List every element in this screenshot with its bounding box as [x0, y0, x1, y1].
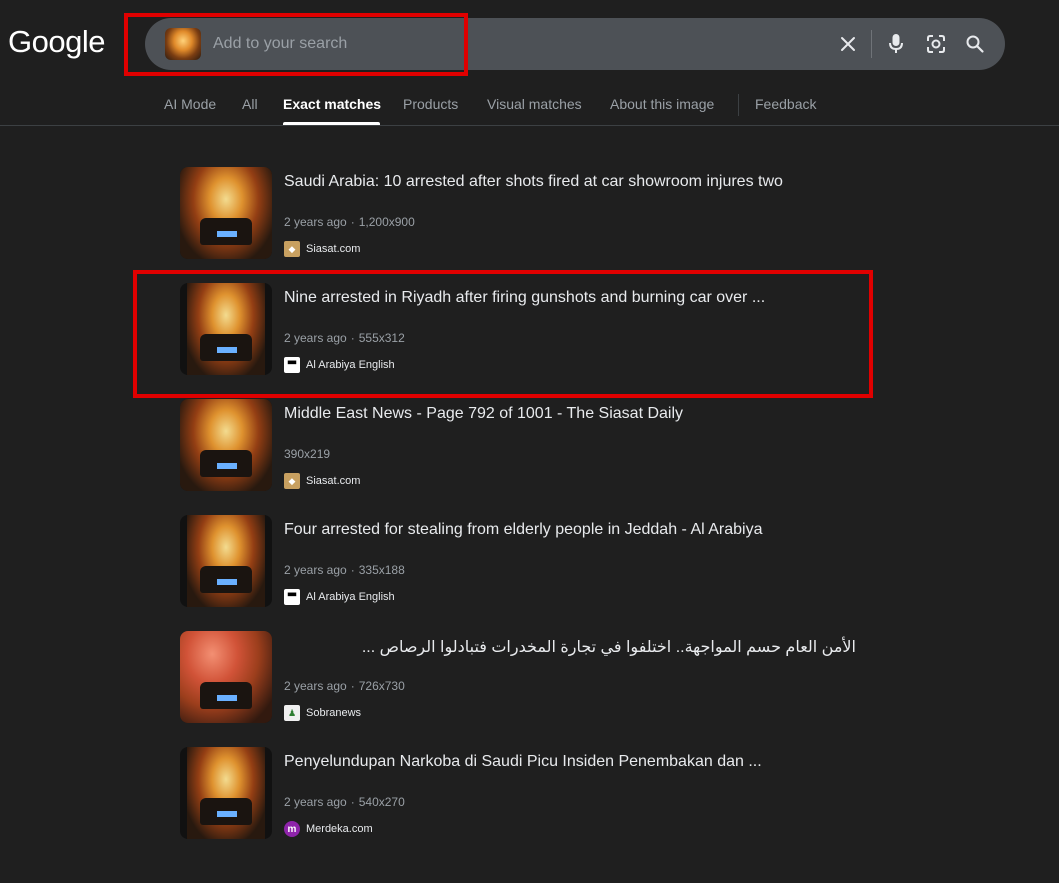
al-arabiya-favicon-icon: ▀▀: [284, 357, 300, 373]
tab-visual-matches[interactable]: Visual matches: [487, 96, 582, 112]
result-size: 390x219: [284, 447, 331, 461]
result-meta: 390x219: [284, 447, 330, 461]
result-thumbnail[interactable]: [180, 631, 272, 723]
result-source-name: Al Arabiya English: [306, 359, 395, 371]
result-size: 335x188: [358, 563, 405, 577]
tab-bar: AI Mode All Exact matches Products Visua…: [0, 84, 1059, 126]
result-age: 2 years ago: [284, 215, 347, 229]
result-source[interactable]: ♟ Sobranews: [284, 705, 361, 721]
result-title[interactable]: Middle East News - Page 792 of 1001 - Th…: [284, 405, 683, 423]
merdeka-favicon-icon: m: [284, 821, 300, 837]
result-source[interactable]: ◆ Siasat.com: [284, 473, 360, 489]
result-age: 2 years ago: [284, 563, 347, 577]
result-title[interactable]: الأمن العام حسم المواجهة.. اختلفوا في تج…: [284, 637, 856, 657]
result-item[interactable]: Middle East News - Page 792 of 1001 - Th…: [180, 399, 860, 491]
result-source-name: Sobranews: [306, 707, 362, 719]
tab-about-this-image[interactable]: About this image: [610, 96, 714, 112]
result-age: 2 years ago: [284, 331, 347, 345]
search-input[interactable]: [213, 32, 813, 56]
result-source[interactable]: ▀▀ Al Arabiya English: [284, 589, 395, 605]
result-age: 2 years ago: [284, 795, 347, 809]
result-item[interactable]: Saudi Arabia: 10 arrested after shots fi…: [180, 167, 860, 259]
result-thumbnail[interactable]: [180, 167, 272, 259]
tab-ai-mode[interactable]: AI Mode: [164, 96, 216, 112]
result-title[interactable]: Nine arrested in Riyadh after firing gun…: [284, 289, 765, 307]
tab-exact-matches[interactable]: Exact matches: [283, 96, 381, 112]
lens-icon[interactable]: [923, 31, 949, 57]
result-meta: 2 years ago · 726x730: [284, 679, 405, 693]
search-divider: [871, 30, 872, 58]
result-thumbnail[interactable]: [180, 515, 272, 607]
result-size: 540x270: [358, 795, 405, 809]
result-thumbnail[interactable]: [180, 283, 272, 375]
result-meta: 2 years ago · 335x188: [284, 563, 405, 577]
result-source-name: Siasat.com: [306, 243, 361, 255]
tab-divider: [738, 94, 739, 116]
result-thumbnail[interactable]: [180, 747, 272, 839]
result-meta: 2 years ago · 555x312: [284, 331, 405, 345]
result-source-name: Siasat.com: [306, 475, 361, 487]
result-source-name: Al Arabiya English: [306, 591, 395, 603]
close-icon[interactable]: [835, 31, 861, 57]
search-image-thumbnail[interactable]: [165, 28, 201, 60]
result-title[interactable]: Penyelundupan Narkoba di Saudi Picu Insi…: [284, 753, 762, 771]
result-meta: 2 years ago · 1,200x900: [284, 215, 415, 229]
result-item[interactable]: الأمن العام حسم المواجهة.. اختلفوا في تج…: [180, 631, 860, 723]
result-item[interactable]: Four arrested for stealing from elderly …: [180, 515, 860, 607]
result-thumbnail[interactable]: [180, 399, 272, 491]
result-source[interactable]: ▀▀ Al Arabiya English: [284, 357, 395, 373]
mic-icon[interactable]: [883, 31, 909, 57]
result-age: 2 years ago: [284, 679, 347, 693]
search-icon[interactable]: [962, 31, 988, 57]
tab-products[interactable]: Products: [403, 96, 458, 112]
result-size: 1,200x900: [358, 215, 415, 229]
result-title[interactable]: Four arrested for stealing from elderly …: [284, 521, 762, 539]
result-source-name: Merdeka.com: [306, 823, 373, 835]
search-bar[interactable]: [145, 18, 1005, 70]
result-source[interactable]: m Merdeka.com: [284, 821, 373, 837]
siasat-favicon-icon: ◆: [284, 241, 300, 257]
result-source[interactable]: ◆ Siasat.com: [284, 241, 360, 257]
al-arabiya-favicon-icon: ▀▀: [284, 589, 300, 605]
result-item[interactable]: Nine arrested in Riyadh after firing gun…: [180, 283, 860, 375]
active-tab-indicator: [283, 122, 380, 125]
result-title[interactable]: Saudi Arabia: 10 arrested after shots fi…: [284, 173, 783, 191]
sobranews-favicon-icon: ♟: [284, 705, 300, 721]
siasat-favicon-icon: ◆: [284, 473, 300, 489]
result-size: 726x730: [358, 679, 405, 693]
google-logo[interactable]: Google: [8, 24, 105, 60]
tab-feedback[interactable]: Feedback: [755, 96, 816, 112]
result-size: 555x312: [358, 331, 405, 345]
result-meta: 2 years ago · 540x270: [284, 795, 405, 809]
result-item[interactable]: Penyelundupan Narkoba di Saudi Picu Insi…: [180, 747, 860, 839]
tab-all[interactable]: All: [242, 96, 258, 112]
